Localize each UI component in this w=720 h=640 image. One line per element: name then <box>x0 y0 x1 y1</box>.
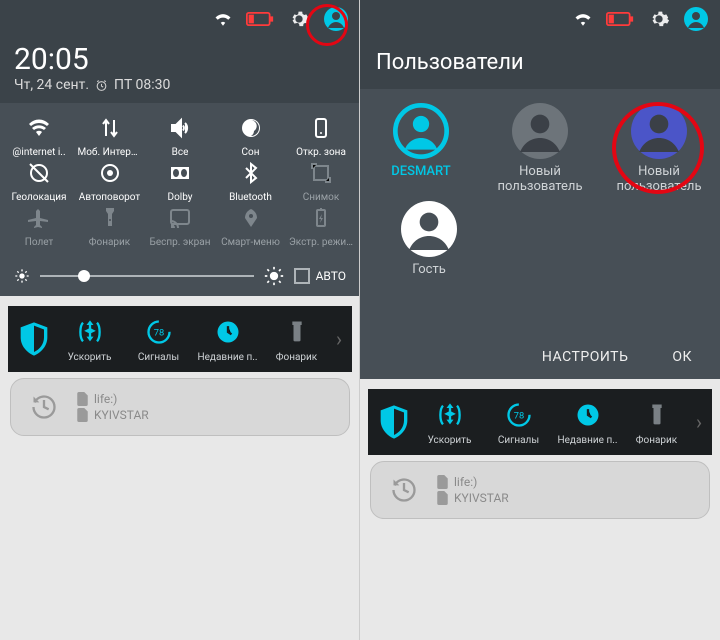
dock-bar: Ускорить78СигналыНедавние п..Фонарик› <box>368 389 712 455</box>
alarm-time: ПТ 08:30 <box>114 77 170 93</box>
tile-location[interactable]: Геолокация <box>6 158 72 203</box>
dock-recent[interactable]: Недавние п.. <box>194 315 261 363</box>
sim2-label: KYIVSTAR <box>94 408 149 422</box>
sun-small-icon <box>14 268 30 284</box>
wifi-icon <box>574 12 592 26</box>
left-pane: 20:05 Чт, 24 сент. ПТ 08:30 @internet i.… <box>0 0 360 640</box>
dock-torch[interactable]: Фонарик <box>623 398 690 446</box>
dock-torch[interactable]: Фонарик <box>263 315 330 363</box>
sim-icon <box>437 475 448 489</box>
user-icon[interactable] <box>324 7 348 31</box>
tile-volume[interactable]: Все <box>147 113 213 158</box>
clock-area: 20:05 Чт, 24 сент. ПТ 08:30 <box>0 38 360 103</box>
brightness-thumb[interactable] <box>78 270 90 282</box>
sim-card-widget[interactable]: life:) KYIVSTAR <box>10 378 350 436</box>
gear-icon[interactable] <box>648 8 670 30</box>
battery-icon <box>606 12 634 26</box>
dock-alarms[interactable]: 78Сигналы <box>485 398 552 446</box>
status-bar <box>0 0 360 38</box>
dock-more[interactable]: › <box>332 327 346 351</box>
gear-icon[interactable] <box>288 8 310 30</box>
tile-mobile-data[interactable]: Моб. Интернет <box>77 113 143 158</box>
sim-icon <box>77 392 88 406</box>
clock-time: 20:05 <box>14 42 346 77</box>
tile-battery-saver[interactable]: Экстр. режим <box>288 203 354 248</box>
users-title: Пользователи <box>360 38 720 89</box>
users-panel: DESMARTНовыйпользовательНовыйпользовател… <box>360 89 720 379</box>
dock-boost[interactable]: Ускорить <box>56 315 123 363</box>
sim1-label: life:) <box>94 392 117 406</box>
tile-rotation[interactable]: Автоповорот <box>77 158 143 203</box>
svg-text:78: 78 <box>153 328 164 339</box>
sim-card-widget[interactable]: life:) KYIVSTAR <box>370 461 710 519</box>
tile-hotspot[interactable]: Откр. зона <box>288 113 354 158</box>
right-pane: Пользователи DESMARTНовыйпользовательНов… <box>360 0 720 640</box>
tile-dolby[interactable]: Dolby <box>147 158 213 203</box>
tile-wifi[interactable]: @internet i.. <box>6 113 72 158</box>
auto-checkbox[interactable] <box>294 268 310 284</box>
tile-flashlight[interactable]: Фонарик <box>77 203 143 248</box>
tile-smart[interactable]: Смарт-меню <box>218 203 284 248</box>
auto-label: АВТО <box>316 269 346 283</box>
history-icon <box>30 393 58 421</box>
sun-large-icon <box>264 266 284 286</box>
sim2-label: KYIVSTAR <box>454 491 509 505</box>
clock-date: Чт, 24 сент. <box>14 77 89 93</box>
auto-brightness[interactable]: АВТО <box>294 268 346 284</box>
history-icon <box>390 476 418 504</box>
svg-text:78: 78 <box>513 411 524 422</box>
battery-icon <box>246 12 274 26</box>
quick-tiles: @internet i..Моб. ИнтернетВсеСонОткр. зо… <box>0 103 360 256</box>
dock-recent[interactable]: Недавние п.. <box>554 398 621 446</box>
user-icon[interactable] <box>684 7 708 31</box>
tile-airplane[interactable]: Полет <box>6 203 72 248</box>
tile-screenshot[interactable]: Снимок <box>288 158 354 203</box>
dock-bar: Ускорить78СигналыНедавние п..Фонарик› <box>8 306 352 372</box>
dock-alarms[interactable]: 78Сигналы <box>125 315 192 363</box>
tile-bluetooth[interactable]: Bluetooth <box>218 158 284 203</box>
setup-button[interactable]: НАСТРОИТЬ <box>542 349 628 365</box>
wifi-icon <box>214 12 232 26</box>
sim-icon <box>437 491 448 505</box>
brightness-track[interactable] <box>40 275 254 277</box>
brightness-slider[interactable]: АВТО <box>0 256 360 296</box>
dock-boost[interactable]: Ускорить <box>416 398 483 446</box>
status-bar <box>360 0 720 38</box>
ok-button[interactable]: ОК <box>672 349 692 365</box>
user-guest[interactable]: Гость <box>376 201 482 278</box>
dock-more[interactable]: › <box>692 410 706 434</box>
alarm-icon <box>95 79 108 92</box>
sim-icon <box>77 408 88 422</box>
security-logo[interactable] <box>14 322 54 356</box>
user-new2[interactable]: Новыйпользователь <box>606 103 712 195</box>
sim1-label: life:) <box>454 475 477 489</box>
tile-cast[interactable]: Беспр. экран <box>147 203 213 248</box>
security-logo[interactable] <box>374 405 414 439</box>
user-new1[interactable]: Новыйпользователь <box>487 103 593 195</box>
user-desmart[interactable]: DESMART <box>368 103 474 195</box>
tile-dnd[interactable]: Сон <box>218 113 284 158</box>
